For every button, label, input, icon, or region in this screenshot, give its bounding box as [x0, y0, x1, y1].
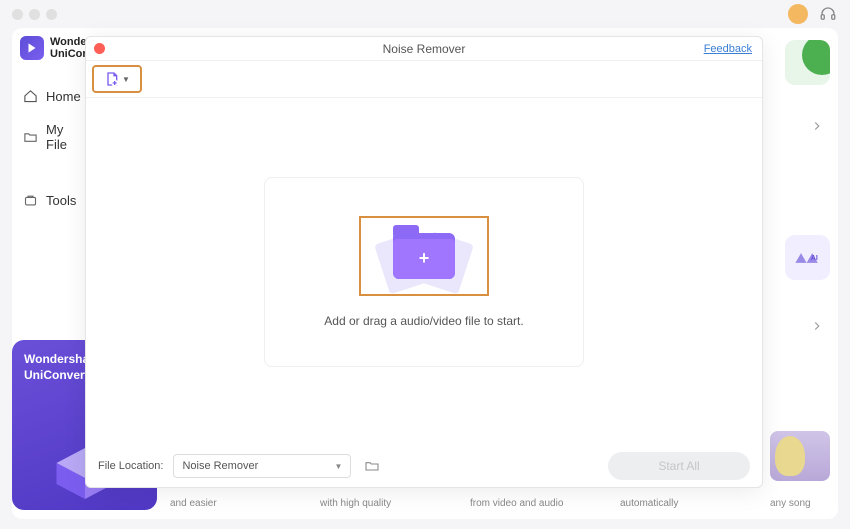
window-chrome	[0, 0, 850, 28]
chevron-down-icon: ▼	[122, 75, 130, 84]
add-file-icon	[104, 71, 120, 87]
folder-add-icon: +	[393, 233, 455, 279]
bg-tile-green	[785, 40, 830, 85]
dialog-header: Noise Remover Feedback	[86, 37, 762, 61]
dialog-title: Noise Remover	[86, 42, 762, 56]
chevron-right-icon[interactable]	[806, 315, 828, 337]
drop-graphic: +	[359, 216, 489, 296]
traffic-light-minimize[interactable]	[29, 9, 40, 20]
drop-instruction: Add or drag a audio/video file to start.	[324, 314, 523, 328]
bg-tile-ai: AI	[785, 235, 830, 280]
feedback-link[interactable]: Feedback	[704, 43, 752, 55]
drop-zone[interactable]: + Add or drag a audio/video file to star…	[264, 177, 584, 367]
sidebar-label: Home	[46, 89, 81, 104]
caption: and easier	[170, 498, 320, 509]
chevron-down-icon: ▼	[335, 462, 343, 471]
sidebar: Home My File Tools	[12, 80, 87, 218]
caption: automatically	[620, 498, 770, 509]
feature-captions: and easier with high quality from video …	[170, 498, 830, 509]
file-location-label: File Location:	[98, 460, 163, 472]
add-file-button[interactable]: ▼	[92, 65, 142, 93]
browse-folder-button[interactable]	[361, 455, 383, 477]
caption: with high quality	[320, 498, 470, 509]
home-icon	[22, 88, 38, 104]
chevron-right-icon[interactable]	[806, 115, 828, 137]
sidebar-item-home[interactable]: Home	[12, 80, 87, 112]
file-location-value: Noise Remover	[182, 460, 258, 472]
sidebar-label: Tools	[46, 193, 76, 208]
support-headset-icon[interactable]	[818, 4, 838, 24]
sidebar-item-myfile[interactable]: My File	[12, 114, 87, 160]
file-location-select[interactable]: Noise Remover ▼	[173, 454, 351, 478]
tools-icon	[22, 192, 38, 208]
start-all-button[interactable]: Start All	[608, 452, 750, 480]
caption: from video and audio	[470, 498, 620, 509]
noise-remover-dialog: Noise Remover Feedback ▼ + Add or drag a…	[85, 36, 763, 488]
close-icon[interactable]	[94, 43, 105, 54]
dialog-body: + Add or drag a audio/video file to star…	[86, 98, 762, 445]
dialog-footer: File Location: Noise Remover ▼ Start All	[86, 445, 762, 487]
logo-icon	[20, 36, 44, 60]
bg-thumbnail	[770, 431, 830, 481]
sidebar-item-tools[interactable]: Tools	[12, 184, 87, 216]
traffic-light-zoom[interactable]	[46, 9, 57, 20]
traffic-light-close[interactable]	[12, 9, 23, 20]
caption: any song	[770, 498, 830, 509]
dialog-toolbar: ▼	[86, 61, 762, 98]
user-avatar-icon[interactable]	[788, 4, 808, 24]
svg-text:AI: AI	[810, 255, 817, 262]
folder-icon	[22, 129, 38, 145]
sidebar-label: My File	[46, 122, 77, 152]
